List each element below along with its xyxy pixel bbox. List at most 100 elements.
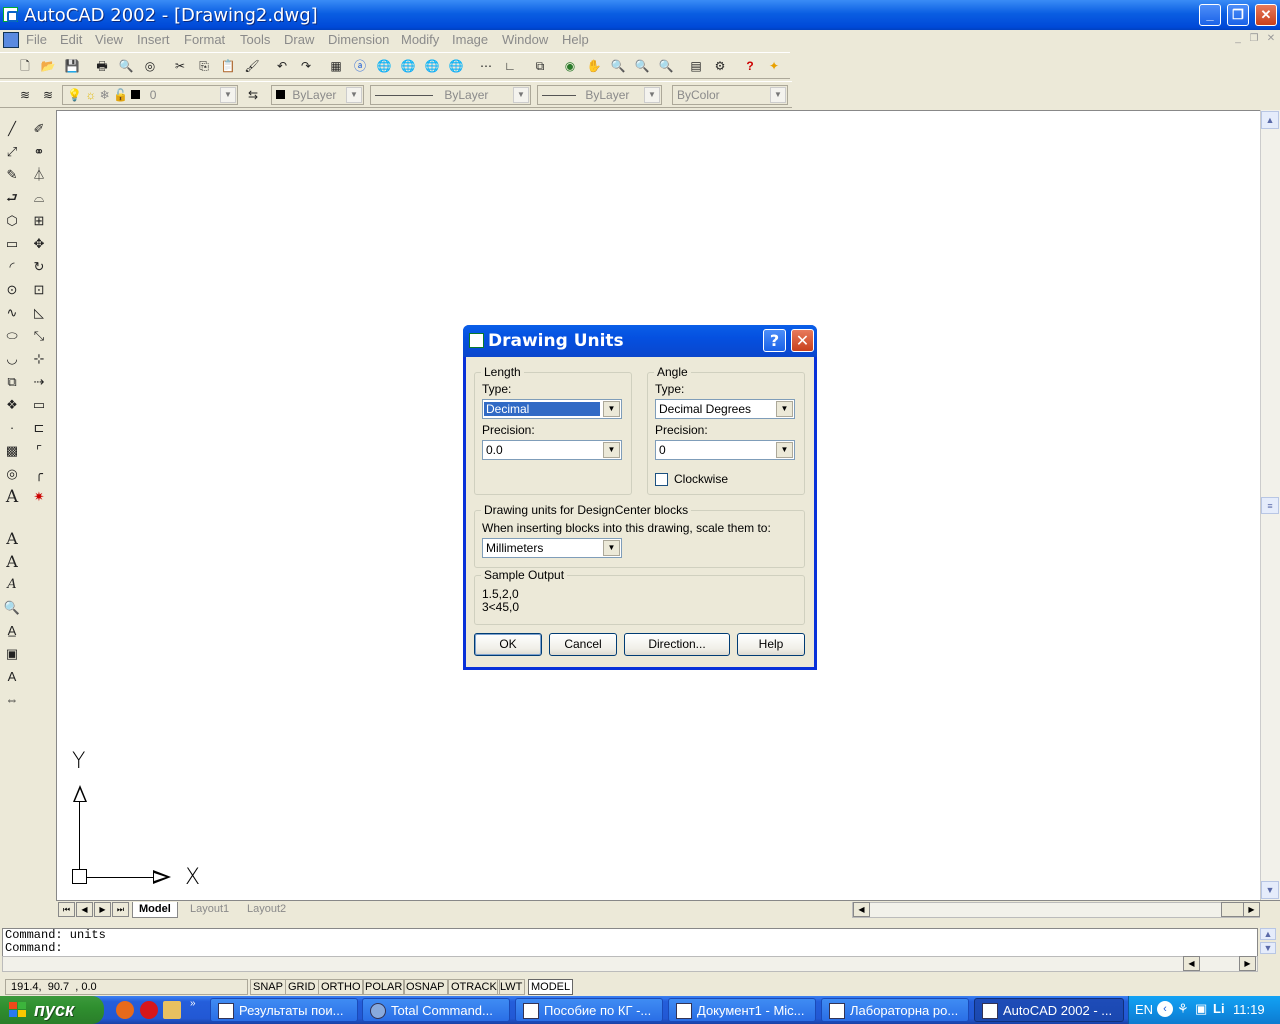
clockwise-checkbox[interactable] [655,473,668,486]
mdi-minimize-button[interactable]: _ [1231,33,1245,45]
designcenter-units-select[interactable]: Millimeters ▼ [482,538,622,558]
polyline-icon[interactable]: ✎ [1,164,23,186]
menu-edit[interactable]: Edit [60,32,82,47]
help-icon[interactable]: ? [741,57,759,75]
print-preview-icon[interactable]: 🔍 [117,57,135,75]
menu-help[interactable]: Help [562,32,589,47]
menu-insert[interactable]: Insert [137,32,170,47]
scroll-left-icon[interactable]: ◀ [853,902,870,917]
plotstyle-dropdown[interactable]: ByColor ▼ [672,85,788,105]
ortho-toggle[interactable]: ORTHO [318,979,364,995]
task-total-commander[interactable]: Total Command... [362,998,510,1022]
rotate-icon[interactable]: ↻ [28,256,50,278]
array-icon[interactable]: ⊞ [28,210,50,232]
trim-icon[interactable]: ⊹ [28,348,50,370]
direction-button[interactable]: Direction... [624,633,730,656]
fillet-icon[interactable]: ╭ [28,463,50,485]
region-icon[interactable]: ◎ [1,463,23,485]
make-block-icon[interactable]: ❖ [1,394,23,416]
zoom-previous-icon[interactable]: 🔍 [657,57,675,75]
ok-button[interactable]: OK [474,633,542,656]
horizontal-scrollbar[interactable]: ◀ ▶ [852,902,1260,918]
tab-layout2[interactable]: Layout2 [241,902,292,918]
chevron-down-icon[interactable]: ▼ [346,87,362,103]
redo-icon[interactable]: ↷ [297,57,315,75]
copy-icon[interactable]: ⎘ [195,57,213,75]
task-document1[interactable]: Документ1 - Mic... [668,998,816,1022]
prev-tab-icon[interactable]: ◀ [76,902,93,917]
copy-object-icon[interactable]: ⚭ [28,141,50,163]
linetype-dropdown[interactable]: ByLayer ▼ [370,85,531,105]
new-icon[interactable]: 🗋 [16,57,34,75]
chevron-down-icon[interactable]: ▼ [776,442,793,458]
named-views-icon[interactable]: ⧉ [531,57,549,75]
chevron-down-icon[interactable]: ▼ [644,87,660,103]
open-icon[interactable]: 📂 [39,57,57,75]
ellipse-icon[interactable]: ⬭ [1,325,23,347]
point-a-icon[interactable]: 🌐 [423,57,441,75]
tray-lingvo-icon[interactable]: Li [1213,1001,1225,1016]
first-tab-icon[interactable]: ⏮ [58,902,75,917]
pan-icon[interactable]: ✋ [585,57,603,75]
help-button[interactable]: Help [737,633,805,656]
otrack-toggle[interactable]: OTRACK [448,979,500,995]
point-b-icon[interactable]: 🌐 [447,57,465,75]
edit-text-icon[interactable]: A [1,574,23,596]
make-layer-current-icon[interactable]: ≋ [16,86,34,104]
quicklaunch-expand-icon[interactable]: » [190,998,196,1009]
lwt-toggle[interactable]: LWT [497,979,526,995]
scroll-down-icon[interactable]: ▼ [1261,881,1279,899]
tray-display-icon[interactable]: ▣ [1195,1001,1207,1017]
save-icon[interactable]: 💾 [63,57,81,75]
language-indicator[interactable]: EN [1135,1002,1153,1017]
spell-check-icon[interactable]: A̲ [1,620,23,642]
paste-icon[interactable]: 📋 [219,57,237,75]
break-icon[interactable]: ▭ [28,394,50,416]
layers-icon[interactable]: ≋ [39,86,57,104]
line-icon[interactable]: ╱ [1,118,23,140]
rectangle-icon[interactable]: ▭ [1,233,23,255]
scale-icon[interactable]: ⊡ [28,279,50,301]
autocad-app-icon[interactable] [3,7,18,22]
lengthen-icon[interactable]: ⤡ [28,325,50,347]
multiline-text-icon[interactable]: A [1,486,23,508]
adcenter-icon[interactable]: ⚙ [711,57,729,75]
snap-toggle[interactable]: SNAP [250,979,286,995]
print-icon[interactable]: 🖶 [93,57,111,75]
chevron-down-icon[interactable]: ▼ [220,87,236,103]
text-style-icon[interactable]: ▣ [1,643,23,665]
circle-icon[interactable]: ⊙ [1,279,23,301]
model-toggle[interactable]: MODEL [528,979,574,995]
scale-text-icon[interactable]: A [1,666,23,688]
stretch-icon[interactable]: ◺ [28,302,50,324]
scroll-right-icon[interactable]: ▶ [1243,902,1260,917]
justify-text-icon[interactable]: ⇔ [1,689,23,711]
vertical-scrollbar[interactable]: ▲ ≡ ▼ [1260,110,1280,900]
layer-dropdown[interactable]: 💡 ☼ ❄ 🔓 0 ▼ [62,85,238,105]
tray-expand-icon[interactable]: ‹ [1157,1001,1173,1017]
mdi-restore-button[interactable]: ❐ [1247,33,1261,45]
properties-icon[interactable]: ▤ [687,57,705,75]
design-center-icon[interactable]: ▦ [327,57,345,75]
cmd-scroll-up-icon[interactable]: ▲ [1260,928,1276,940]
construction-line-icon[interactable]: ⤢ [1,141,23,163]
length-type-select[interactable]: Decimal ▼ [482,399,622,419]
tab-model[interactable]: Model [132,902,178,918]
menu-file[interactable]: File [26,32,47,47]
mdi-close-button[interactable]: ✕ [1264,33,1278,45]
move-icon[interactable]: ✥ [28,233,50,255]
arc-icon[interactable]: ◜ [1,256,23,278]
meet-now-icon[interactable]: 🌐 [399,57,417,75]
3d-orbit-icon[interactable]: ◉ [561,57,579,75]
length-precision-select[interactable]: 0.0 ▼ [482,440,622,460]
chevron-down-icon[interactable]: ▼ [776,401,793,417]
menu-view[interactable]: View [95,32,123,47]
erase-icon[interactable]: ✐ [28,118,50,140]
task-autocad[interactable]: AutoCAD 2002 - ... [974,998,1124,1022]
document-icon[interactable] [3,32,19,48]
angle-type-select[interactable]: Decimal Degrees ▼ [655,399,795,419]
angle-precision-select[interactable]: 0 ▼ [655,440,795,460]
cancel-button[interactable]: Cancel [549,633,617,656]
hyperlink-icon[interactable]: ⓐ [351,57,369,75]
menu-modify[interactable]: Modify [401,32,439,47]
